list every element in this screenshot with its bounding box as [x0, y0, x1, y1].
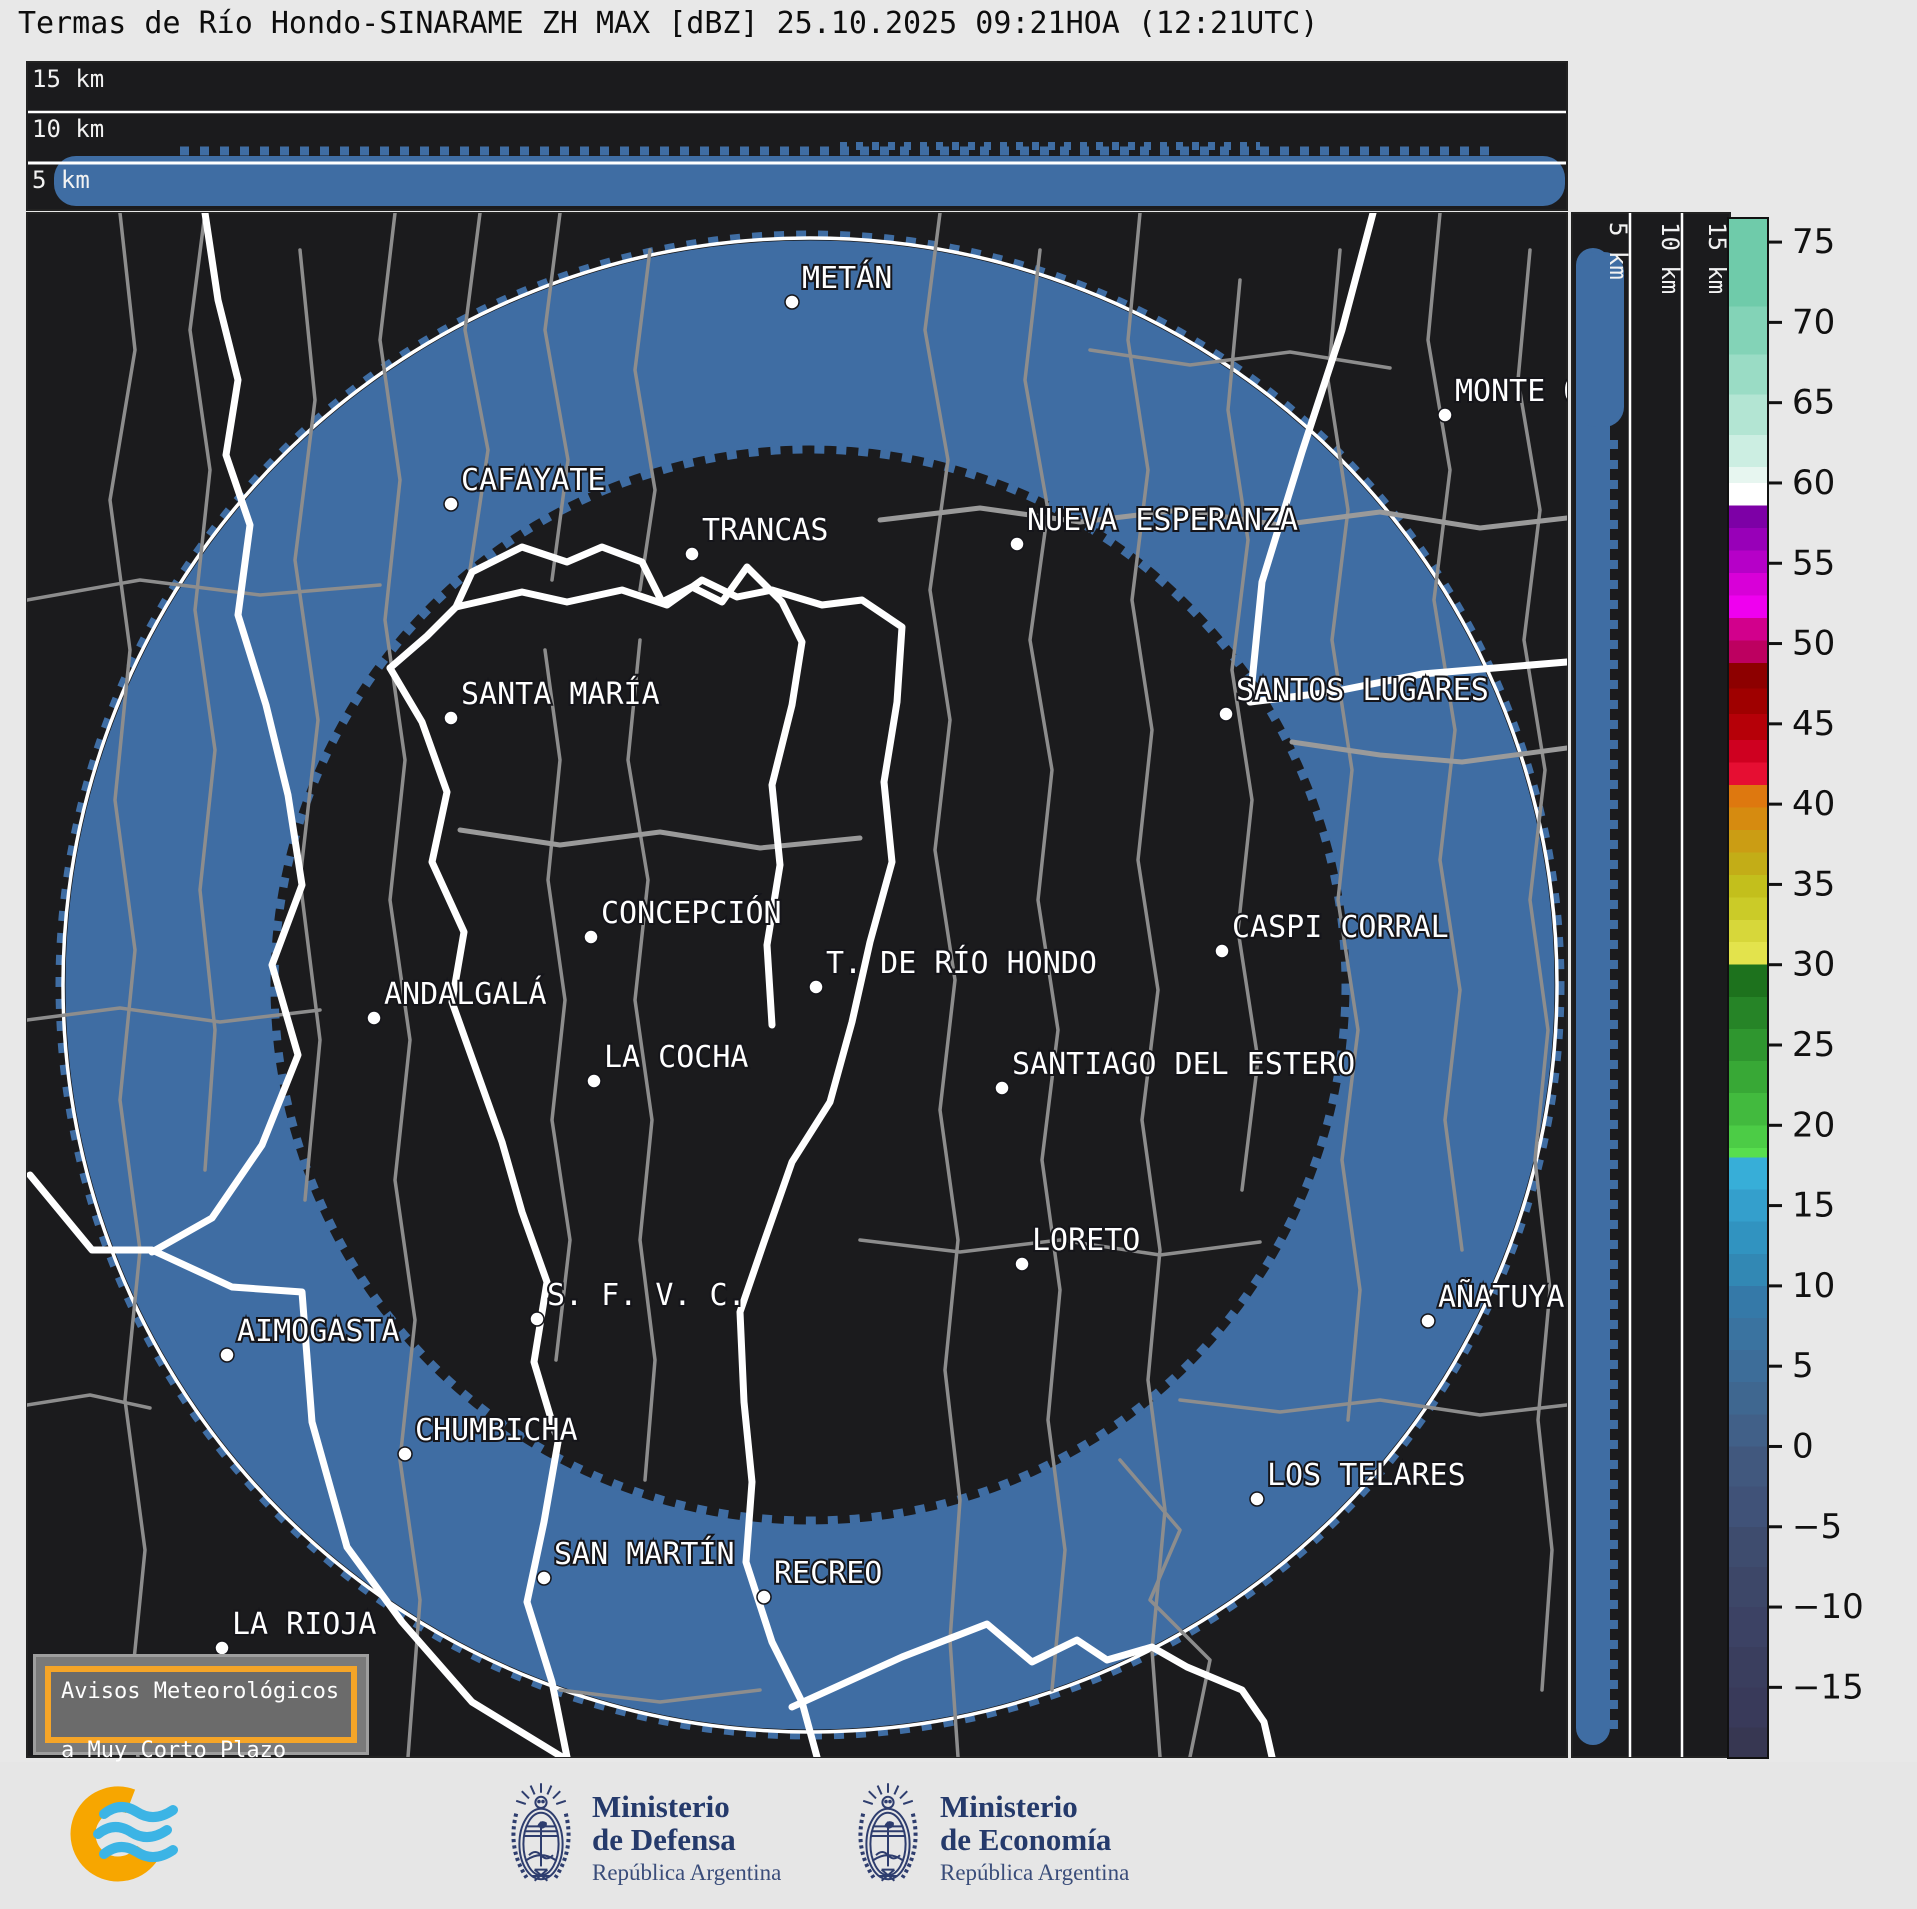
- city-marker: [1010, 537, 1024, 551]
- city-marker: [1015, 1257, 1029, 1271]
- city-marker: [398, 1447, 412, 1461]
- alert-line-2: a Muy Corto Plazo: [61, 1738, 286, 1763]
- city-label: SANTIAGO DEL ESTERO: [1012, 1047, 1355, 1082]
- smn-logo-icon: [70, 1786, 173, 1882]
- colorbar-tick-label: 60: [1792, 463, 1835, 503]
- top-cross-section-panel: 15 km 10 km 5 km: [27, 62, 1567, 210]
- city-label: TRANCAS: [702, 513, 828, 548]
- city-label: LORETO: [1032, 1223, 1140, 1258]
- city-marker: [757, 1590, 771, 1604]
- defensa-line-3: República Argentina: [592, 1860, 781, 1886]
- side-panel-label-15km: 15 km: [1703, 222, 1731, 294]
- city-label: AIMOGASTA: [237, 1314, 400, 1349]
- city-marker: [584, 930, 598, 944]
- economia-coat-of-arms-icon: [860, 1783, 915, 1881]
- radar-map: METÁNMONTE QUEMADOCAFAYATETRANCASNUEVA E…: [27, 213, 1690, 1757]
- colorbar-tick-label: 35: [1792, 864, 1835, 904]
- city-marker: [444, 711, 458, 725]
- city-label: S. F. V. C.: [547, 1278, 746, 1313]
- city-marker: [785, 295, 799, 309]
- city-label: LOS TELARES: [1267, 1458, 1466, 1493]
- dbz-colorbar: 757065605550454035302520151050−5−10−15: [1728, 218, 1864, 1758]
- colorbar-tick-label: 70: [1792, 302, 1835, 342]
- city-label: CONCEPCIÓN: [601, 894, 782, 931]
- side-cross-section-panel: 5 km 10 km 15 km: [1572, 213, 1731, 1757]
- colorbar-tick-label: 5: [1792, 1346, 1814, 1386]
- economia-line-3: República Argentina: [940, 1860, 1129, 1886]
- city-label: CAFAYATE: [461, 463, 606, 498]
- colorbar-tick-label: 15: [1792, 1186, 1835, 1226]
- economia-line-1: Ministerio: [940, 1790, 1129, 1823]
- city-marker: [220, 1348, 234, 1362]
- defensa-line-2: de Defensa: [592, 1823, 781, 1856]
- colorbar-tick-label: 65: [1792, 383, 1835, 423]
- colorbar-tick-label: 25: [1792, 1025, 1835, 1065]
- city-marker: [537, 1571, 551, 1585]
- city-marker: [1215, 944, 1229, 958]
- economia-text: Ministerio de Economía República Argenti…: [940, 1790, 1129, 1886]
- colorbar-tick-label: 40: [1792, 784, 1835, 824]
- colorbar-tick-label: 50: [1792, 624, 1835, 664]
- alert-badge-text: Avisos Meteorológicos a Muy Corto Plazo: [45, 1666, 357, 1743]
- side-panel-label-5km: 5 km: [1604, 222, 1632, 280]
- city-marker: [995, 1081, 1009, 1095]
- top-panel-label-5km: 5 km: [32, 166, 90, 194]
- defensa-line-1: Ministerio: [592, 1790, 781, 1823]
- city-label: SAN MARTÍN: [554, 1536, 735, 1572]
- city-marker: [1219, 707, 1233, 721]
- colorbar-tick-label: 10: [1792, 1266, 1835, 1306]
- city-label: METÁN: [802, 260, 892, 296]
- colorbar-tick-label: 20: [1792, 1105, 1835, 1145]
- colorbar-tick-label: 0: [1792, 1426, 1814, 1466]
- defensa-coat-of-arms-icon: [513, 1783, 568, 1881]
- city-marker: [809, 980, 823, 994]
- economia-line-2: de Economía: [940, 1823, 1129, 1856]
- colorbar-tick-label: 55: [1792, 543, 1835, 583]
- city-label: LA COCHA: [604, 1040, 749, 1075]
- city-label: SANTOS LUGARES: [1236, 673, 1489, 708]
- colorbar-strip: [1728, 218, 1768, 1758]
- colorbar-ticks: 757065605550454035302520151050−5−10−15: [1769, 222, 1864, 1707]
- city-label: ANDALGALÁ: [384, 976, 547, 1012]
- side-panel-label-10km: 10 km: [1656, 222, 1684, 294]
- city-marker: [587, 1074, 601, 1088]
- city-label: SANTA MARÍA: [461, 676, 660, 712]
- city-label: CHUMBICHA: [415, 1413, 578, 1448]
- defensa-text: Ministerio de Defensa República Argentin…: [592, 1790, 781, 1886]
- footer-logos: Servicio Meteorológico Nacional Argentin…: [0, 1762, 1917, 1909]
- city-marker: [444, 497, 458, 511]
- city-label: LA RIOJA: [232, 1607, 377, 1642]
- echo-band-vertical: [1576, 248, 1610, 1745]
- city-label: CASPI CORRAL: [1232, 910, 1449, 945]
- colorbar-tick-label: 45: [1792, 704, 1835, 744]
- colorbar-tick-label: −5: [1792, 1507, 1842, 1547]
- city-label: AÑATUYA: [1438, 1279, 1564, 1315]
- top-panel-label-15km: 15 km: [32, 65, 104, 93]
- city-label: T. DE RÍO HONDO: [826, 945, 1097, 981]
- city-marker: [215, 1641, 229, 1655]
- top-panel-label-10km: 10 km: [32, 115, 104, 143]
- colorbar-tick-label: 30: [1792, 945, 1835, 985]
- city-marker: [530, 1312, 544, 1326]
- city-label: RECREO: [774, 1556, 882, 1591]
- city-marker: [685, 547, 699, 561]
- colorbar-tick-label: 75: [1792, 222, 1835, 262]
- colorbar-tick-label: −10: [1792, 1587, 1864, 1627]
- city-marker: [1421, 1314, 1435, 1328]
- alert-badge: Avisos Meteorológicos a Muy Corto Plazo: [33, 1654, 369, 1755]
- radar-product-page: Termas de Río Hondo-SINARAME ZH MAX [dBZ…: [0, 0, 1917, 1909]
- city-marker: [1438, 408, 1452, 422]
- city-marker: [367, 1011, 381, 1025]
- colorbar-tick-label: −15: [1792, 1667, 1864, 1707]
- city-label: NUEVA ESPERANZA: [1027, 503, 1298, 538]
- alert-line-1: Avisos Meteorológicos: [61, 1679, 339, 1704]
- city-marker: [1250, 1492, 1264, 1506]
- radar-figure: 15 km 10 km 5 km: [0, 0, 1917, 1909]
